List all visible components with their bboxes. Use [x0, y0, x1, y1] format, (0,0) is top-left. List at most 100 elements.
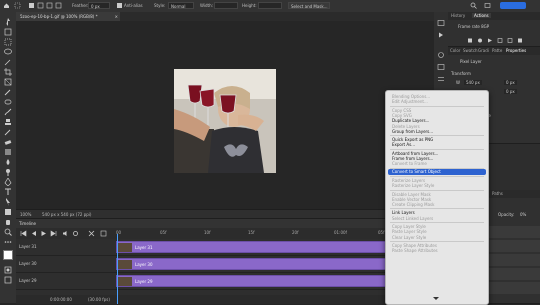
actions-panel-icon[interactable]: [437, 32, 445, 38]
properties-panel-icon[interactable]: [437, 76, 445, 82]
width-field[interactable]: 540 px: [464, 80, 482, 85]
select-and-mask-button[interactable]: Select and Mask...: [288, 2, 330, 9]
height-input[interactable]: [258, 2, 282, 9]
menu-item[interactable]: Duplicate Layers...: [392, 118, 429, 123]
subtract-selection-icon[interactable]: [46, 2, 53, 9]
healing-brush-tool-icon[interactable]: [3, 98, 13, 106]
history-panel-icon[interactable]: [437, 20, 445, 26]
opacity-label: Opacity:: [498, 212, 515, 217]
feather-input[interactable]: 0 px: [88, 2, 110, 9]
dodge-tool-icon[interactable]: [3, 168, 13, 176]
hand-tool-icon[interactable]: [3, 218, 13, 226]
new-selection-icon[interactable]: [28, 2, 35, 9]
tab-properties[interactable]: Properties: [506, 48, 526, 53]
share-button[interactable]: [500, 2, 526, 9]
layer-row[interactable]: [488, 268, 540, 280]
add-selection-icon[interactable]: [37, 2, 44, 9]
close-tab-icon[interactable]: ×: [115, 12, 118, 21]
home-icon[interactable]: [3, 2, 10, 9]
menu-item: Copy Layer Style: [392, 224, 426, 229]
tab-color[interactable]: Color: [450, 48, 460, 53]
settings-icon[interactable]: [72, 230, 79, 237]
swatches-panel-icon[interactable]: [437, 64, 445, 70]
menu-item-highlighted[interactable]: Convert to Smart Object: [388, 169, 486, 176]
intersect-selection-icon[interactable]: [55, 2, 62, 9]
menu-separator: [390, 208, 484, 210]
layer-row[interactable]: [488, 240, 540, 252]
zoom-tool-icon[interactable]: [3, 228, 13, 236]
height-label: Height:: [242, 3, 257, 8]
lasso-tool-icon[interactable]: [3, 48, 13, 56]
gradient-tool-icon[interactable]: [3, 148, 13, 156]
foreground-color-swatch[interactable]: [3, 250, 13, 260]
search-icon[interactable]: [470, 2, 477, 9]
screen-mode-icon[interactable]: [3, 276, 13, 284]
menu-scroll-down-icon[interactable]: [432, 296, 440, 301]
brush-tool-icon[interactable]: [3, 108, 13, 116]
tab-swatches[interactable]: Swatch: [463, 48, 478, 53]
transition-icon[interactable]: [100, 230, 107, 237]
playhead[interactable]: [117, 234, 118, 304]
menu-item: Clear Layer Style: [392, 234, 427, 240]
menu-item[interactable]: Frame from Layers...: [392, 156, 433, 161]
audio-icon[interactable]: [62, 230, 69, 237]
color-panel-icon[interactable]: [437, 52, 445, 58]
y-field[interactable]: 0 px: [504, 89, 517, 94]
timeline-track[interactable]: Layer 30 Layer 30: [16, 256, 434, 273]
layer-row[interactable]: [488, 226, 540, 238]
next-frame-icon[interactable]: [50, 230, 57, 237]
menu-item[interactable]: Group from Layers...: [392, 129, 433, 134]
feather-label: Feather:: [72, 3, 89, 8]
style-select[interactable]: Normal: [168, 2, 194, 9]
crop-tool-icon[interactable]: [3, 68, 13, 76]
marquee-tool-icon[interactable]: [3, 38, 13, 46]
clip-thumbnail: [118, 277, 132, 286]
quick-mask-icon[interactable]: [3, 266, 13, 274]
move-tool-icon[interactable]: [3, 18, 13, 26]
x-field[interactable]: 0 px: [504, 80, 517, 85]
tab-history[interactable]: History: [451, 13, 465, 18]
zoom-level[interactable]: 100%: [20, 212, 31, 217]
menu-item[interactable]: Export As...: [392, 142, 415, 147]
first-frame-icon[interactable]: [20, 230, 27, 237]
menu-item[interactable]: Quick Export as PNG: [392, 137, 433, 142]
timeline-track[interactable]: Layer 31 Layer 31: [16, 239, 434, 256]
split-icon[interactable]: [88, 230, 95, 237]
rectangle-tool-icon[interactable]: [3, 208, 13, 216]
tab-gradients[interactable]: Gradi: [478, 48, 489, 53]
clone-stamp-tool-icon[interactable]: [3, 118, 13, 126]
ruler-tick: 05f: [378, 230, 385, 235]
menu-item: Edit Adjustment...: [392, 99, 428, 105]
action-item[interactable]: Frame rate 8GP: [458, 24, 489, 29]
magic-wand-tool-icon[interactable]: [3, 58, 13, 66]
history-brush-tool-icon[interactable]: [3, 128, 13, 136]
frame-tool-icon[interactable]: [3, 78, 13, 86]
tab-actions[interactable]: Actions: [472, 13, 491, 18]
tab-paths[interactable]: Paths: [492, 191, 503, 196]
path-selection-tool-icon[interactable]: [3, 198, 13, 206]
play-icon[interactable]: [40, 230, 47, 237]
opacity-value[interactable]: 0%: [520, 212, 526, 217]
antialias-checkbox[interactable]: [117, 3, 122, 8]
artboard-tool-icon[interactable]: [3, 28, 13, 36]
tab-patterns[interactable]: Patte: [492, 48, 502, 53]
layer-row[interactable]: [488, 282, 540, 294]
more-tools-icon[interactable]: [3, 238, 13, 246]
timeline-track[interactable]: Layer 29 Layer 29: [16, 273, 434, 290]
clip-thumbnail: [118, 243, 132, 252]
document-tab[interactable]: 5zoo-ep-10-bp-1.gif @ 100% (RGB/8) * ×: [16, 12, 120, 21]
previous-frame-icon[interactable]: [30, 230, 37, 237]
document-image[interactable]: [174, 69, 276, 173]
menu-item[interactable]: Artboard from Layers...: [392, 151, 438, 156]
workspace-icon[interactable]: [484, 2, 491, 9]
menu-item[interactable]: Link Layers: [392, 210, 415, 215]
eraser-tool-icon[interactable]: [3, 138, 13, 146]
eyedropper-tool-icon[interactable]: [3, 88, 13, 96]
layer-row[interactable]: [488, 254, 540, 266]
width-input[interactable]: [214, 2, 238, 9]
type-tool-icon[interactable]: [3, 188, 13, 196]
pen-tool-icon[interactable]: [3, 178, 13, 186]
menu-item: Rasterize Layer Style: [392, 183, 435, 189]
marquee-tool-icon[interactable]: [14, 2, 21, 9]
blur-tool-icon[interactable]: [3, 158, 13, 166]
